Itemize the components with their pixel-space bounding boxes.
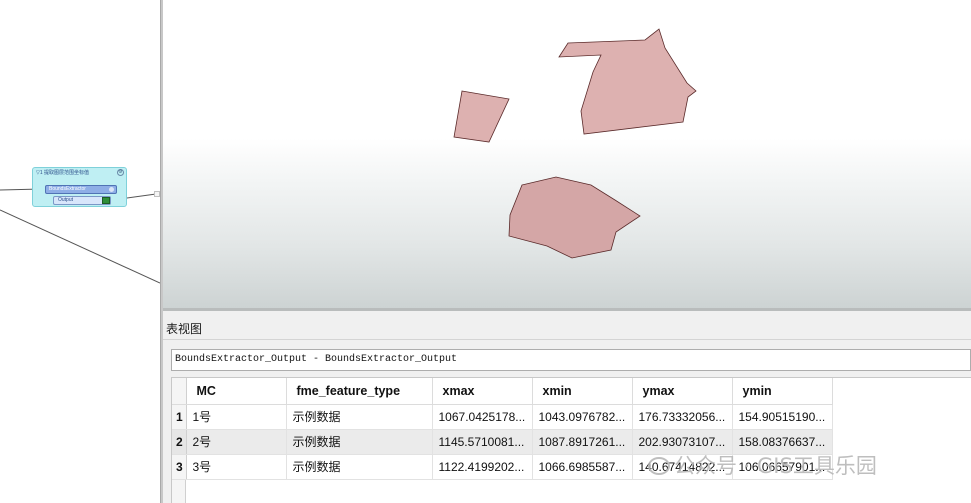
row-number[interactable]: 3	[172, 454, 187, 480]
cell-fme-feature-type[interactable]: 示例数据	[286, 429, 433, 455]
cell-xmin[interactable]: 1087.8917261...	[532, 429, 633, 455]
watermark: 公众号 · GIS工具乐园	[648, 450, 877, 480]
cell-ymin[interactable]: 154.90515190...	[732, 404, 833, 430]
output-port-label: Output	[58, 197, 74, 203]
column-header-xmax[interactable]: xmax	[432, 378, 533, 405]
table-header-row: MC fme_feature_type xmax xmin ymax ymin	[172, 378, 833, 405]
polygon-feature-3[interactable]	[508, 176, 641, 259]
cell-mc[interactable]: 3号	[186, 454, 287, 480]
cell-fme-feature-type[interactable]: 示例数据	[286, 404, 433, 430]
panel-title: 表视图	[166, 322, 203, 336]
row-number[interactable]: 2	[172, 429, 187, 455]
wechat-icon	[648, 457, 670, 475]
column-header-mc[interactable]: MC	[186, 378, 287, 405]
transformer-input-port[interactable]: BoundsExtractor	[45, 185, 117, 194]
map-canvas	[453, 28, 697, 259]
watermark-text: 公众号 · GIS工具乐园	[674, 454, 877, 478]
panel-divider	[163, 339, 971, 340]
cell-xmax[interactable]: 1122.4199202...	[432, 454, 533, 480]
corner-cell[interactable]	[172, 378, 187, 405]
row-number[interactable]: 1	[172, 404, 187, 430]
feature-type-selector[interactable]: BoundsExtractor_Output - BoundsExtractor…	[171, 349, 971, 371]
transformer-title: ▽1 提取图层范围坐标值	[36, 170, 90, 176]
data-table-grid[interactable]: MC fme_feature_type xmax xmin ymax ymin …	[171, 377, 971, 503]
connection-lines	[0, 188, 160, 284]
cell-xmin[interactable]: 1043.0976782...	[532, 404, 633, 430]
column-header-ymax[interactable]: ymax	[632, 378, 733, 405]
info-icon[interactable]	[109, 187, 114, 192]
workspace-canvas[interactable]: ▽1 提取图层范围坐标值 ⚙ BoundsExtractor Output	[0, 0, 160, 503]
table-row[interactable]: 1 1号 示例数据 1067.0425178... 1043.0976782..…	[172, 404, 833, 430]
map-view[interactable]	[163, 0, 971, 308]
input-port-label: BoundsExtractor	[49, 186, 86, 192]
cell-xmax[interactable]: 1145.5710081...	[432, 429, 533, 455]
gear-icon[interactable]: ⚙	[117, 169, 124, 176]
polygon-feature-1[interactable]	[453, 90, 510, 143]
column-header-xmin[interactable]: xmin	[532, 378, 633, 405]
cell-mc[interactable]: 1号	[186, 404, 287, 430]
cell-xmin[interactable]: 1066.6985587...	[532, 454, 633, 480]
column-header-ymin[interactable]: ymin	[732, 378, 833, 405]
cell-xmax[interactable]: 1067.0425178...	[432, 404, 533, 430]
bounds-extractor-transformer[interactable]: ▽1 提取图层范围坐标值 ⚙ BoundsExtractor Output	[32, 167, 127, 207]
column-header-fme-feature-type[interactable]: fme_feature_type	[286, 378, 433, 405]
output-connector-icon[interactable]	[102, 197, 110, 204]
cell-mc[interactable]: 2号	[186, 429, 287, 455]
row-header-filler	[172, 480, 186, 503]
cell-fme-feature-type[interactable]: 示例数据	[286, 454, 433, 480]
feature-type-label: BoundsExtractor_Output - BoundsExtractor…	[175, 354, 458, 365]
polygon-feature-2[interactable]	[558, 28, 697, 135]
fme-workbench-window: ▽1 提取图层范围坐标值 ⚙ BoundsExtractor Output 表视…	[0, 0, 971, 503]
diagonal-connection-line	[0, 209, 160, 284]
cell-ymax[interactable]: 176.73332056...	[632, 404, 733, 430]
